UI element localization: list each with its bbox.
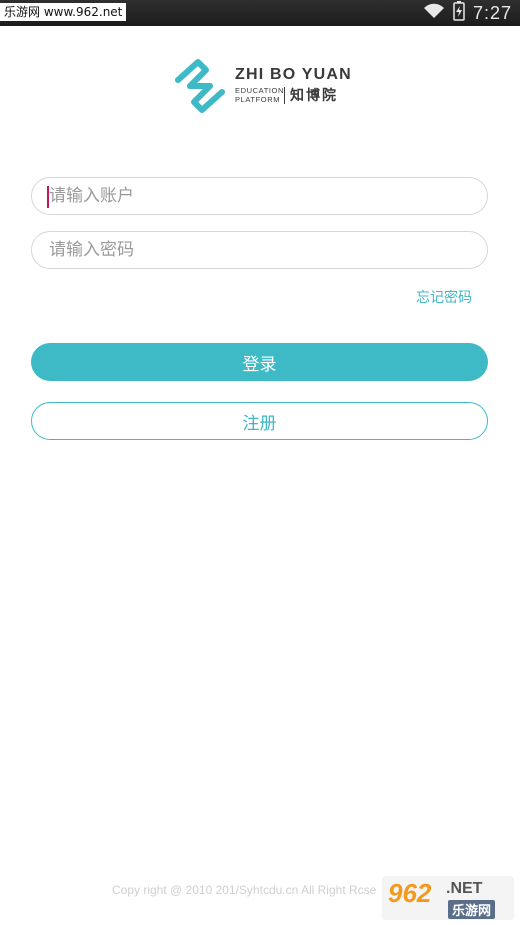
watermark-cn: 乐游网	[448, 900, 496, 919]
watermark-net: .NET	[446, 880, 483, 897]
watermark-number: 962	[388, 878, 432, 908]
zby-logo-icon	[175, 59, 225, 113]
watermark-logo: 962 .NET 乐游网	[382, 876, 514, 920]
brand-logo: ZHI BO YUAN EDUCATION PLATFORM 知博院	[172, 56, 372, 116]
brand-divider	[284, 87, 285, 104]
login-button[interactable]: 登录	[31, 343, 488, 381]
status-icons: 7:27	[423, 0, 512, 26]
brand-subtitle-line1: EDUCATION	[235, 86, 285, 95]
copyright-text: Copy right @ 2010 201/Syhtcdu.cn All Rig…	[112, 883, 377, 897]
battery-charging-icon	[453, 1, 465, 25]
site-watermark: 乐游网 www.962.net	[0, 3, 127, 21]
clock: 7:27	[472, 2, 512, 23]
password-field[interactable]	[31, 231, 488, 269]
brand-subtitle-line2: PLATFORM	[235, 95, 281, 104]
account-input[interactable]	[32, 178, 487, 214]
brand-chinese-name: 知博院	[290, 88, 338, 104]
register-button[interactable]: 注册	[31, 402, 488, 440]
password-input[interactable]	[32, 232, 487, 268]
forgot-password-link[interactable]: 忘记密码	[416, 287, 472, 307]
account-field[interactable]	[31, 177, 488, 215]
brand-name: ZHI BO YUAN	[235, 66, 352, 83]
brand-subtitle: EDUCATION PLATFORM	[235, 86, 284, 104]
text-cursor	[47, 186, 49, 208]
wifi-icon	[423, 3, 445, 23]
status-bar: 乐游网 www.962.net 7:27	[0, 0, 520, 26]
